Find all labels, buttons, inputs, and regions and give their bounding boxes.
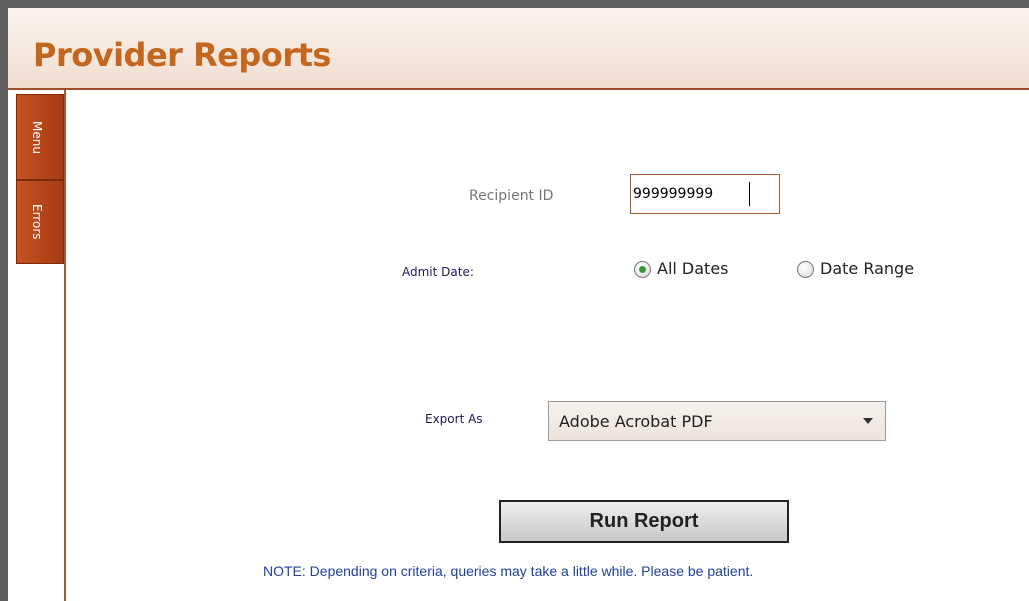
page-title: Provider Reports (33, 36, 331, 74)
radio-date-range[interactable]: Date Range (797, 258, 914, 280)
sidebar-tab-errors[interactable]: Errors (16, 180, 64, 264)
radio-all-dates[interactable]: All Dates (634, 258, 729, 280)
radio-all-dates-label: All Dates (657, 259, 729, 278)
chevron-down-icon[interactable] (863, 418, 873, 424)
patience-note: NOTE: Depending on criteria, queries may… (263, 563, 754, 579)
app-window: Provider Reports Menu Errors Recipient I… (8, 8, 1029, 601)
recipient-id-label: Recipient ID (469, 188, 554, 204)
export-format-select[interactable]: Adobe Acrobat PDF (548, 401, 886, 441)
sidebar: Menu Errors (8, 90, 66, 601)
sidebar-tab-menu-label: Menu (30, 120, 44, 154)
radio-unchecked-icon[interactable] (797, 260, 814, 278)
sidebar-tab-menu[interactable]: Menu (16, 94, 64, 180)
radio-date-range-label: Date Range (820, 259, 915, 278)
recipient-id-input[interactable] (630, 174, 780, 214)
export-format-value: Adobe Acrobat PDF (559, 412, 713, 431)
run-report-button[interactable]: Run Report (499, 500, 789, 543)
radio-checked-icon[interactable] (634, 260, 651, 278)
page-header: Provider Reports (8, 8, 1029, 90)
sidebar-tab-errors-label: Errors (30, 204, 44, 240)
export-as-label: Export As (425, 412, 483, 426)
text-caret (749, 182, 750, 206)
admit-date-label: Admit Date: (402, 265, 474, 279)
